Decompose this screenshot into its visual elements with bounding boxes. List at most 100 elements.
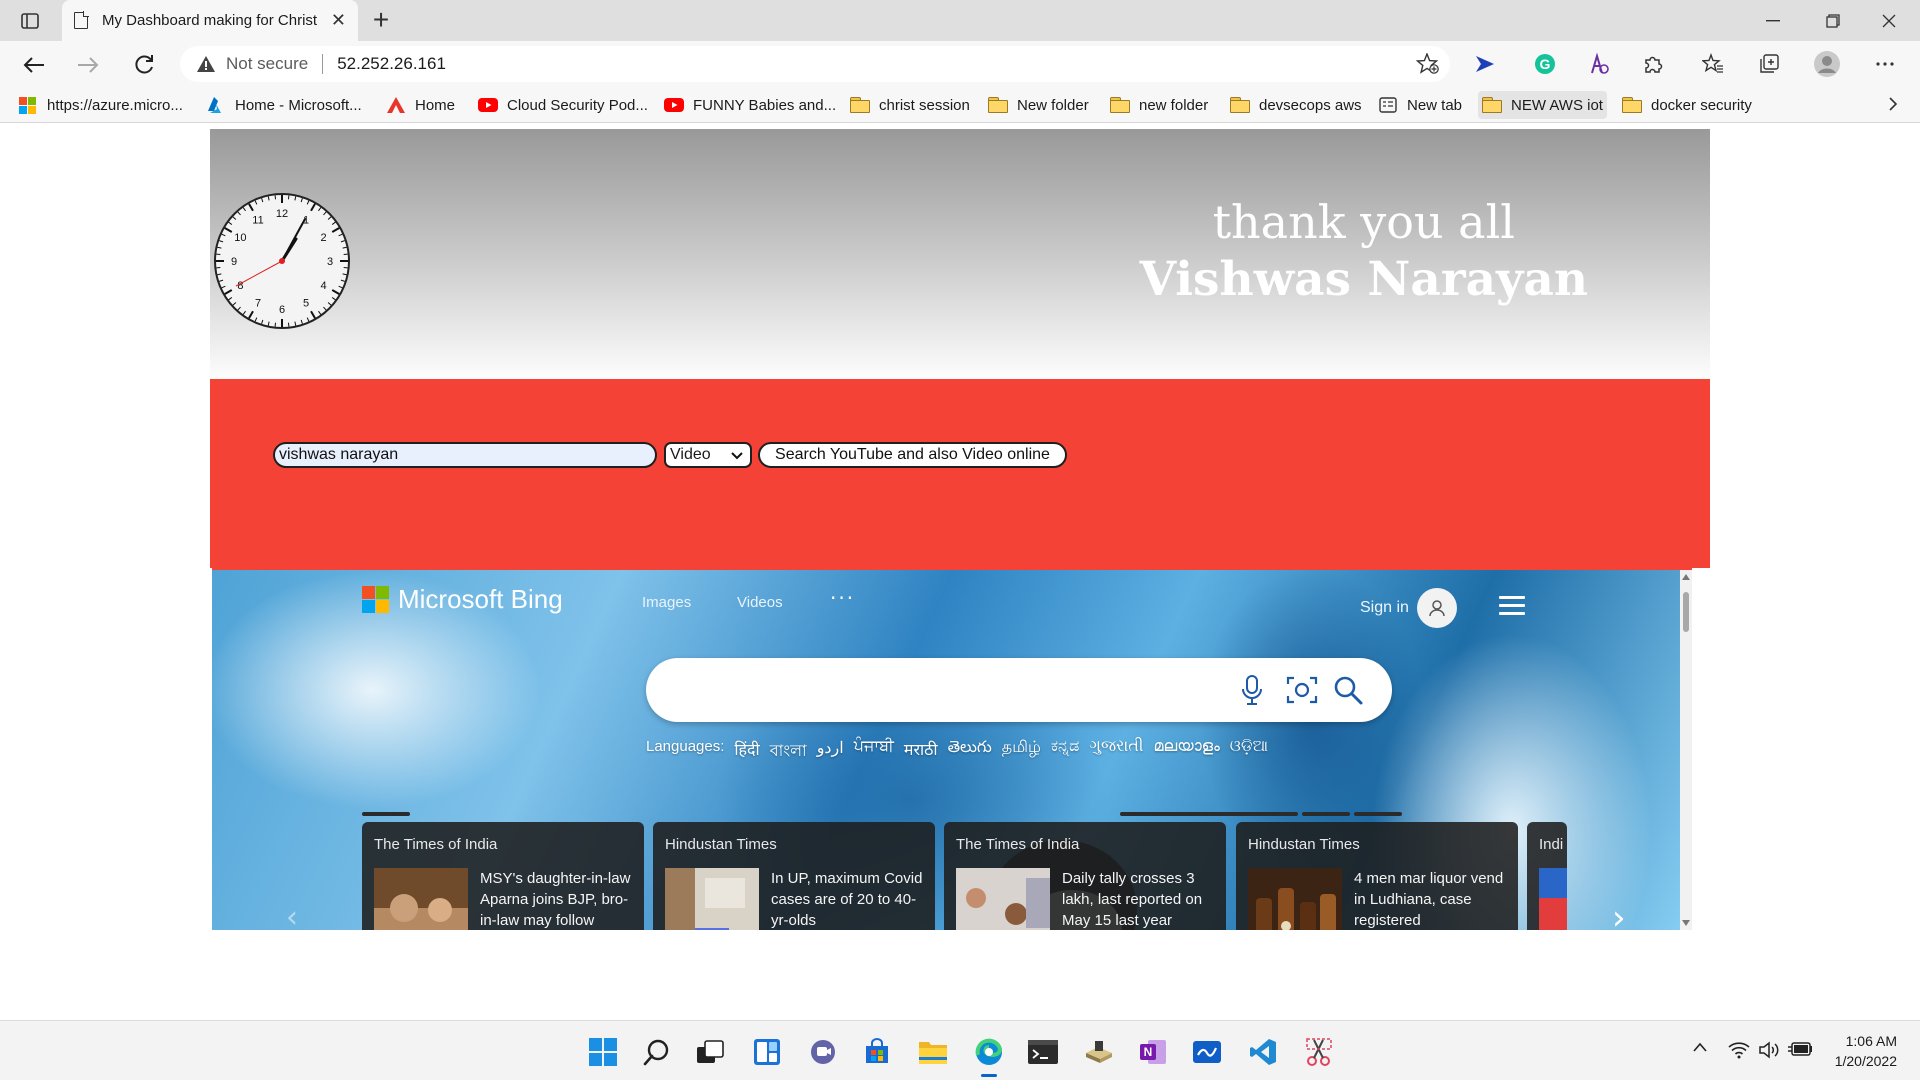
bookmark-funny-babies[interactable]: FUNNY Babies and... — [660, 91, 840, 119]
bookmark-azure-micro[interactable]: https://azure.micro... — [14, 91, 187, 119]
widgets-icon[interactable] — [750, 1035, 784, 1069]
clock-numeral: 9 — [231, 256, 237, 268]
url-text[interactable]: 52.252.26.161 — [337, 54, 446, 74]
lang-link-telugu[interactable]: తెలుగు — [948, 738, 992, 765]
news-card[interactable]: Hindustan Times 4 men mar liquor vend in… — [1236, 822, 1518, 930]
file-explorer-icon[interactable] — [916, 1035, 950, 1069]
active-app-indicator — [981, 1074, 997, 1077]
lang-link-marathi[interactable]: मराठी — [904, 738, 938, 765]
lang-link-punjabi[interactable]: ਪੰਜਾਬੀ — [854, 738, 894, 765]
bing-nav-images[interactable]: Images — [642, 594, 691, 611]
favorites-icon[interactable] — [1698, 49, 1728, 79]
math-extension-icon[interactable] — [1584, 49, 1614, 79]
scroll-up-icon[interactable] — [1682, 574, 1690, 580]
news-source: The Times of India — [956, 836, 1080, 853]
news-card-partial[interactable]: Indi — [1527, 822, 1567, 930]
add-favorite-icon[interactable] — [1416, 53, 1440, 75]
forward-arrow-icon[interactable] — [72, 49, 104, 81]
youtube-search-input[interactable] — [273, 442, 657, 468]
iframe-scrollbar[interactable] — [1680, 570, 1692, 930]
collections-icon[interactable] — [1754, 49, 1784, 79]
bookmark-home-microsoft[interactable]: Home - Microsoft... — [202, 91, 366, 119]
lang-link-bangla[interactable]: বাংলা — [770, 738, 807, 765]
lang-link-urdu[interactable]: اردو — [817, 738, 844, 765]
news-card[interactable]: The Times of India MSY's daughter-in-law… — [362, 822, 644, 930]
battery-charging-icon[interactable] — [1788, 1041, 1814, 1057]
bookmark-new-aws-iot[interactable]: NEW AWS iot — [1478, 91, 1607, 119]
lang-link-odia[interactable]: ଓଡ଼ିଆ — [1230, 738, 1268, 765]
carousel-indicator — [1354, 812, 1402, 816]
system-clock[interactable]: 1:06 AM 1/20/2022 — [1835, 1031, 1897, 1071]
clock-numeral: 5 — [303, 298, 309, 310]
lang-link-malayalam[interactable]: മലയാളം — [1153, 738, 1219, 765]
lang-link-tamil[interactable]: தமிழ் — [1002, 738, 1041, 765]
bing-page: Microsoft Bing Images Videos ··· Sign in… — [212, 570, 1680, 930]
not-secure-label[interactable]: Not secure — [226, 54, 308, 74]
news-card[interactable]: Hindustan Times In UP, maximum Covid cas… — [653, 822, 935, 930]
terminal-icon[interactable] — [1026, 1035, 1060, 1069]
lang-link-gujarati[interactable]: ગુજરાતી — [1089, 738, 1143, 765]
snipping-tool-icon[interactable] — [1302, 1035, 1336, 1069]
bookmark-label: New folder — [1017, 96, 1089, 114]
vscode-icon[interactable] — [1246, 1035, 1280, 1069]
whiteboard-icon[interactable] — [1190, 1035, 1224, 1069]
bing-logo[interactable]: Microsoft Bing — [362, 584, 563, 615]
news-card[interactable]: The Times of India Daily tally crosses 3… — [944, 822, 1226, 930]
hamburger-menu-icon[interactable] — [1499, 596, 1525, 620]
wifi-icon[interactable] — [1728, 1041, 1750, 1059]
tab-actions-icon[interactable] — [16, 9, 44, 33]
youtube-icon — [478, 97, 498, 113]
browser-tab-active[interactable]: My Dashboard making for Christ ✕ — [62, 0, 358, 41]
bookmark-new-tab[interactable]: New tab — [1374, 91, 1466, 119]
carousel-next-icon[interactable]: › — [1612, 898, 1626, 930]
start-windows-icon[interactable] — [586, 1035, 620, 1069]
sticky-notes-icon[interactable] — [1082, 1035, 1116, 1069]
lang-link-kannada[interactable]: ಕನ್ನಡ — [1051, 738, 1079, 765]
carousel-prev-icon[interactable]: ‹ — [286, 900, 298, 930]
search-icon[interactable] — [640, 1035, 674, 1069]
close-window-icon[interactable] — [1866, 6, 1912, 36]
chevron-right-icon[interactable] — [1888, 96, 1898, 117]
bookmark-label: christ session — [879, 96, 970, 114]
microsoft-logo-icon — [18, 97, 38, 114]
edge-browser-icon[interactable] — [972, 1035, 1006, 1069]
bookmark-cloud-security[interactable]: Cloud Security Pod... — [474, 91, 652, 119]
scroll-down-icon[interactable] — [1682, 920, 1690, 926]
bookmark-docker-security[interactable]: docker security — [1618, 91, 1756, 119]
grammarly-icon[interactable]: G — [1530, 49, 1560, 79]
settings-more-icon[interactable] — [1870, 49, 1900, 79]
address-bar[interactable]: Not secure 52.252.26.161 — [180, 46, 1450, 82]
scrollbar-thumb[interactable] — [1683, 592, 1689, 632]
extension-arrow-icon[interactable] — [1470, 49, 1500, 79]
new-tab-icon[interactable]: + — [366, 6, 396, 36]
search-icon[interactable] — [1332, 674, 1364, 706]
bing-nav-videos[interactable]: Videos — [737, 594, 783, 611]
bookmark-new-folder[interactable]: New folder — [984, 91, 1093, 119]
search-youtube-button[interactable]: Search YouTube and also Video online — [758, 442, 1067, 468]
bing-sign-in[interactable]: Sign in — [1360, 588, 1457, 628]
back-arrow-icon[interactable] — [18, 49, 50, 81]
bookmark-christ-session[interactable]: christ session — [846, 91, 974, 119]
bookmarks-bar: https://azure.micro... Home - Microsoft.… — [0, 87, 1920, 123]
microsoft-store-icon[interactable] — [860, 1035, 894, 1069]
visual-search-icon[interactable] — [1286, 674, 1318, 706]
minimize-icon[interactable] — [1750, 6, 1796, 36]
microphone-icon[interactable] — [1240, 674, 1264, 706]
bookmark-new-folder-2[interactable]: new folder — [1106, 91, 1212, 119]
show-hidden-icons-chevron-icon[interactable] — [1692, 1041, 1708, 1053]
lang-link-hindi[interactable]: हिंदी — [734, 738, 759, 765]
onenote-icon[interactable]: N — [1136, 1035, 1170, 1069]
media-type-select[interactable]: Video — [664, 442, 752, 468]
refresh-icon[interactable] — [128, 49, 160, 81]
bing-search-box[interactable] — [646, 658, 1392, 722]
task-view-icon[interactable] — [694, 1035, 728, 1069]
close-tab-icon[interactable]: ✕ — [331, 10, 346, 31]
extensions-puzzle-icon[interactable] — [1638, 49, 1668, 79]
restore-icon[interactable] — [1810, 6, 1856, 36]
profile-avatar-icon[interactable] — [1812, 49, 1842, 79]
bookmark-home[interactable]: Home — [382, 91, 459, 119]
teams-chat-icon[interactable] — [806, 1035, 840, 1069]
bookmark-devsecops-aws[interactable]: devsecops aws — [1226, 91, 1366, 119]
more-options-icon[interactable]: ··· — [830, 586, 855, 610]
volume-icon[interactable] — [1758, 1041, 1780, 1059]
